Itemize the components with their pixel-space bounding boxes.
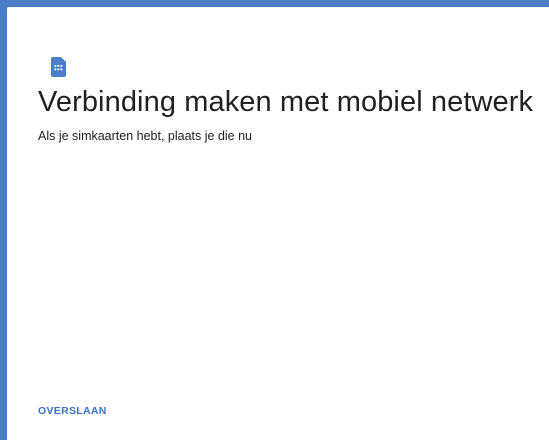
sim-card-icon — [50, 57, 66, 77]
page-subtitle: Als je simkaarten hebt, plaats je die nu — [38, 129, 253, 143]
setup-card — [7, 7, 549, 440]
page-title: Verbinding maken met mobiel netwerk — [38, 86, 534, 118]
skip-button[interactable]: OVERSLAAN — [38, 405, 107, 417]
